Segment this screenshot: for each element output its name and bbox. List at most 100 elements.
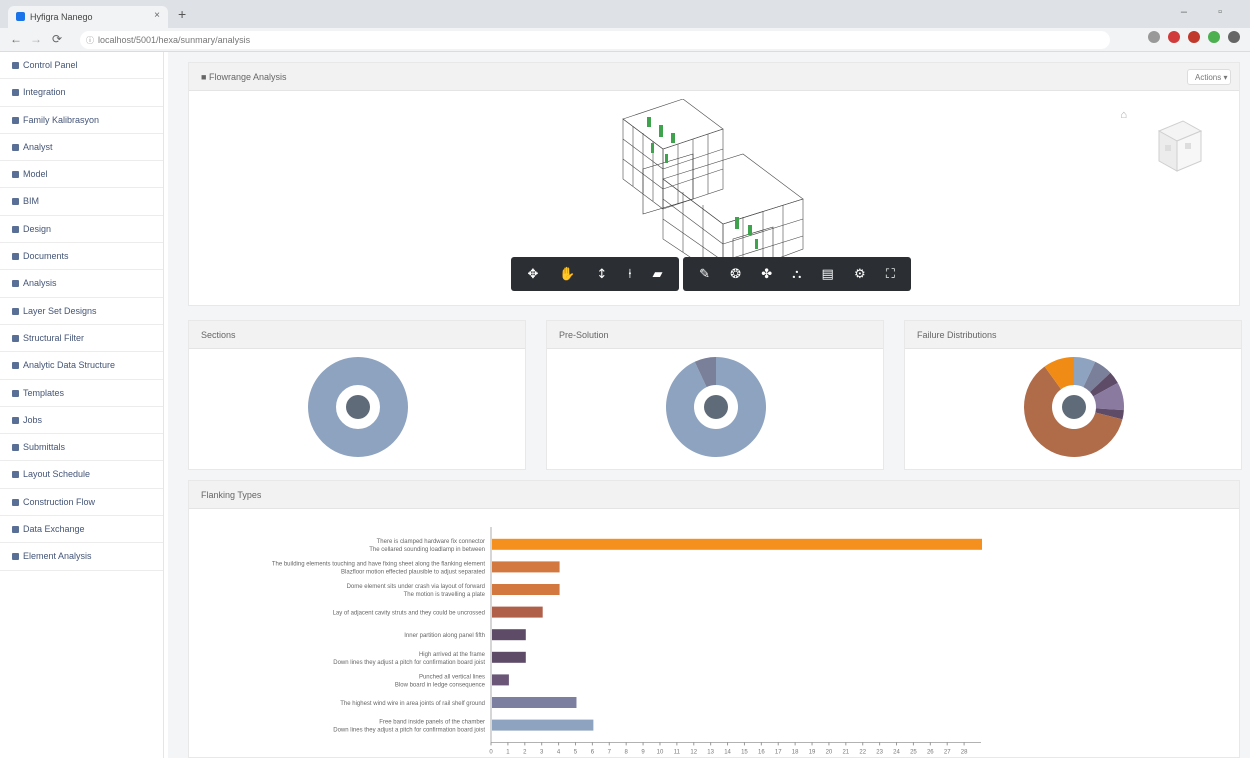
sidebar-item[interactable]: Analysis [0,270,163,298]
fullscreen-icon[interactable]: ⛶ [886,267,895,282]
bar[interactable] [492,538,982,550]
model-browser-icon[interactable]: ⛬ [792,267,801,282]
sidebar-item[interactable]: Design [0,216,163,244]
extension-icon[interactable] [1188,31,1200,43]
sidebar-item-icon [12,526,19,534]
tab-strip: Hyfigra Nanego × + – ▫ [0,0,1250,28]
sidebar-item[interactable]: Documents [0,243,163,271]
bar[interactable] [492,674,509,686]
properties-icon[interactable]: ▤ [822,267,834,282]
section-icon[interactable]: ❂ [730,267,741,282]
sidebar-item[interactable]: Layout Schedule [0,461,163,489]
extension-icon[interactable] [1228,31,1240,43]
pan-icon[interactable]: ✋ [559,267,575,282]
view-cube-icon[interactable] [1151,115,1207,177]
sidebar-item-icon [12,471,19,479]
x-tick-label: 9 [641,749,645,755]
sidebar-item[interactable]: Analytic Data Structure [0,352,163,380]
donut-center-dot [346,395,370,419]
sidebar-item[interactable]: Layer Set Designs [0,298,163,325]
bar[interactable] [492,606,543,618]
zoom-icon[interactable]: ↕ [596,267,607,282]
sidebar-item-label: Layout Schedule [23,469,91,480]
close-tab-icon[interactable]: × [154,10,160,21]
bar[interactable] [492,584,560,595]
new-tab-button[interactable]: + [178,6,186,22]
sidebar-item-label: Analysis [23,278,57,289]
camera-icon[interactable]: ▰ [652,267,662,282]
x-tick-label: 28 [961,749,968,755]
bar[interactable] [492,697,577,708]
sidebar-item[interactable]: Control Panel [0,52,163,80]
sidebar-item-label: Jobs [23,414,43,425]
measure-icon[interactable]: ✎ [699,267,710,282]
sidebar-item[interactable]: Construction Flow [0,489,163,517]
sidebar-item-label: Analytic Data Structure [23,360,116,371]
settings-icon[interactable]: ⚙ [854,267,866,282]
category-label: Inner partition along panel fifth [404,633,485,639]
extension-icon[interactable] [1208,31,1220,43]
category-label: Punched all vertical lines [419,674,485,680]
x-tick-label: 6 [591,749,595,755]
forward-icon[interactable]: → [30,32,42,46]
sidebar-item[interactable]: Submittals [0,434,163,462]
sidebar-item-label: Control Panel [23,60,78,70]
sidebar-item-icon [12,444,19,452]
sidebar-item[interactable]: Jobs [0,407,163,435]
sidebar: Control Panel Integration Family Kalibrasy… [0,52,164,758]
x-tick-label: 15 [741,749,748,755]
sidebar-item-icon [12,116,19,124]
category-label: High arrived at the frame [419,652,486,658]
category-label: Down lines they adjust a pitch for confi… [333,728,485,734]
bar[interactable] [492,629,526,641]
sidebar-item[interactable]: BIM [0,188,163,216]
category-label: Down lines they adjust a pitch for confi… [333,660,485,666]
viewer-toolbar-navigation: ✥ ✋ ↕ ⍿ ▰ [511,257,679,291]
bar[interactable] [492,651,526,663]
address-bar[interactable]: ⓘ localhost/5001/hexa/sunmary/analysis [80,31,1110,49]
sidebar-item[interactable]: Model [0,161,163,189]
sidebar-item-label: Data Exchange [23,524,85,535]
x-tick-label: 7 [608,749,612,755]
bar[interactable] [492,719,594,731]
bar[interactable] [492,561,560,573]
sidebar-item[interactable]: Analyst [0,134,163,162]
category-label: Blow board in ledge consequence [395,682,486,688]
category-label: Dome element sits under crash via layout… [347,584,485,590]
donut-chart-presolution [666,357,766,457]
sidebar-item-icon [12,198,19,206]
sidebar-item-icon [12,334,19,342]
x-tick-label: 2 [523,749,527,755]
home-view-icon[interactable]: ⌂ [1120,109,1127,121]
browser-tab[interactable]: Hyfigra Nanego × [8,6,168,28]
window-controls[interactable]: – ▫ [1181,6,1236,18]
sidebar-item[interactable]: Family Kalibrasyon [0,107,163,134]
x-tick-label: 19 [809,749,816,755]
sidebar-item[interactable]: Templates [0,380,163,407]
actions-button[interactable]: Actions ▾ [1187,69,1231,85]
reload-icon[interactable]: ⟳ [52,32,62,46]
donut-chart-sections [308,357,408,457]
sidebar-item[interactable]: Element Analysis [0,543,163,571]
back-icon[interactable]: ← [10,32,22,46]
first-person-icon[interactable]: ⍿ [628,267,631,282]
x-tick-label: 12 [690,749,697,755]
sidebar-item-label: Templates [23,387,65,398]
sidebar-item[interactable]: Data Exchange [0,516,163,544]
extension-icon[interactable] [1148,31,1160,43]
category-label: The highest wind wire in area joints of … [340,701,485,707]
sidebar-item-label: Documents [23,251,69,262]
extension-icon[interactable] [1168,31,1180,43]
explode-icon[interactable]: ✤ [761,267,772,282]
sidebar-item[interactable]: Integration [0,79,163,107]
extensions-area [1148,31,1240,43]
x-tick-label: 27 [944,749,951,755]
donut-panel-title: Sections [189,321,525,349]
orbit-icon[interactable]: ✥ [527,267,538,282]
sidebar-item[interactable]: Structural Filter [0,325,163,353]
x-tick-label: 20 [826,749,833,755]
sidebar-item-icon [12,143,19,151]
sidebar-item-label: Element Analysis [23,551,92,562]
bar-chart-panel: Flanking Types 0 1 2 3 4 5 6 7 8 9 10 11 12 13 14 15 16 1… [188,480,1240,758]
x-tick-label: 3 [540,749,544,755]
